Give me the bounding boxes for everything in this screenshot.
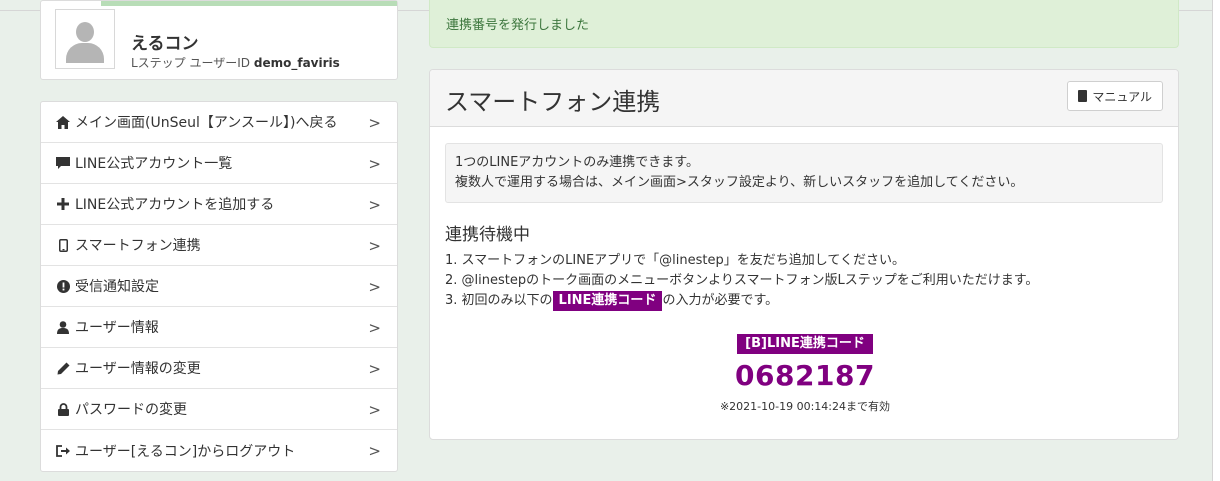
chevron-right-icon: > (368, 319, 381, 337)
sidebar-item-label: メイン画面(UnSeul【アンスール】)へ戻る (75, 115, 338, 131)
chevron-right-icon: > (368, 114, 381, 132)
sidebar-item-main[interactable]: メイン画面(UnSeul【アンスール】)へ戻る > (41, 102, 397, 143)
sidebar-item-label: LINE公式アカウントを追加する (75, 197, 275, 213)
profile-meta: Lステップ ユーザーID demo_faviris (131, 54, 340, 71)
avatar-head-shape (76, 22, 94, 42)
sidebar-item-label: ユーザー情報 (75, 320, 159, 336)
chevron-right-icon: > (368, 278, 381, 296)
comment-icon (55, 155, 71, 171)
profile-card: えるコン Lステップ ユーザーID demo_faviris (40, 0, 398, 80)
panel-header: スマートフォン連携 マニュアル (430, 70, 1178, 127)
plus-icon (55, 196, 71, 212)
scrollbar-track[interactable] (1212, 0, 1220, 481)
alert-text: 連携番号を発行しました (446, 18, 590, 33)
lock-icon (55, 401, 71, 417)
mobile-icon (55, 237, 71, 253)
home-icon (55, 114, 71, 130)
profile-id-label: Lステップ ユーザーID (131, 56, 251, 70)
sidebar-item-smartphone[interactable]: スマートフォン連携 > (41, 225, 397, 266)
sidebar-item-accounts[interactable]: LINE公式アカウント一覧 > (41, 143, 397, 184)
instruction-steps: 1. スマートフォンのLINEアプリで「@linestep」を友だち追加してくだ… (445, 251, 1038, 311)
avatar (55, 9, 115, 69)
sidebar-item-label: ユーザー情報の変更 (75, 361, 201, 377)
code-tag-badge: LINE連携コード (552, 291, 663, 311)
step-text: 3. 初回のみ以下の (445, 293, 553, 308)
pencil-icon (55, 360, 71, 376)
profile-accent-strip (101, 1, 397, 6)
link-code-value: 0682187 (735, 359, 875, 392)
chevron-right-icon: > (368, 237, 381, 255)
success-alert: 連携番号を発行しました (429, 0, 1179, 48)
profile-name: えるコン (131, 34, 199, 54)
step-item: 2. @linestepのトーク画面のメニューボタンよりスマートフォン版Lステッ… (445, 273, 1039, 288)
chevron-right-icon: > (368, 196, 381, 214)
page-title: スマートフォン連携 (445, 88, 661, 116)
profile-user-id: demo_faviris (253, 56, 340, 70)
chevron-right-icon: > (368, 442, 381, 460)
sidebar-item-logout[interactable]: ユーザー[えるコン]からログアウト > (41, 430, 397, 471)
sidebar-item-notifications[interactable]: 受信通知設定 > (41, 266, 397, 307)
info-line: 複数人で運用する場合は、メイン画面>スタッフ設定より、新しいスタッフを追加してく… (455, 175, 1024, 190)
code-expiry-text: ※2021-10-19 00:14:24まで有効 (719, 400, 891, 413)
step-text: の入力が必要です。 (662, 293, 779, 308)
sidebar-item-label: パスワードの変更 (75, 402, 187, 418)
logout-icon (55, 443, 71, 459)
sidebar-item-label: ユーザー[えるコン]からログアウト (75, 443, 296, 460)
sidebar-menu: メイン画面(UnSeul【アンスール】)へ戻る > LINE公式アカウント一覧 … (40, 101, 398, 472)
sidebar-item-label: LINE公式アカウント一覧 (75, 156, 233, 172)
sidebar-item-add-account[interactable]: LINE公式アカウントを追加する > (41, 184, 397, 225)
manual-button[interactable]: マニュアル (1067, 81, 1163, 111)
code-label-badge: [B]LINE連携コード (737, 334, 873, 354)
chevron-right-icon: > (368, 401, 381, 419)
sidebar-item-label: スマートフォン連携 (75, 238, 201, 254)
chevron-right-icon: > (368, 155, 381, 173)
sidebar-item-edit-user[interactable]: ユーザー情報の変更 > (41, 348, 397, 389)
step-item: 1. スマートフォンのLINEアプリで「@linestep」を友だち追加してくだ… (445, 253, 905, 268)
manual-button-label: マニュアル (1092, 89, 1152, 104)
status-heading: 連携待機中 (445, 225, 530, 245)
chevron-right-icon: > (368, 360, 381, 378)
page: えるコン Lステップ ユーザーID demo_faviris メイン画面(UnS… (0, 0, 1220, 481)
info-notice: 1つのLINEアカウントのみ連携できます。 複数人で運用する場合は、メイン画面>… (445, 143, 1163, 203)
user-icon (55, 319, 71, 335)
sidebar-item-label: 受信通知設定 (75, 279, 159, 295)
book-icon (1078, 90, 1088, 102)
exclamation-circle-icon (55, 278, 71, 294)
info-line: 1つのLINEアカウントのみ連携できます。 (455, 155, 699, 170)
avatar-body-shape (66, 43, 104, 63)
step-item: 3. 初回のみ以下の LINE連携コード の入力が必要です。 (445, 291, 1038, 311)
smartphone-link-panel: スマートフォン連携 マニュアル 1つのLINEアカウントのみ連携できます。 複数… (429, 69, 1179, 440)
link-code-box: [B]LINE連携コード 0682187 ※2021-10-19 00:14:2… (430, 332, 1178, 414)
sidebar-item-user-info[interactable]: ユーザー情報 > (41, 307, 397, 348)
sidebar-item-password[interactable]: パスワードの変更 > (41, 389, 397, 430)
